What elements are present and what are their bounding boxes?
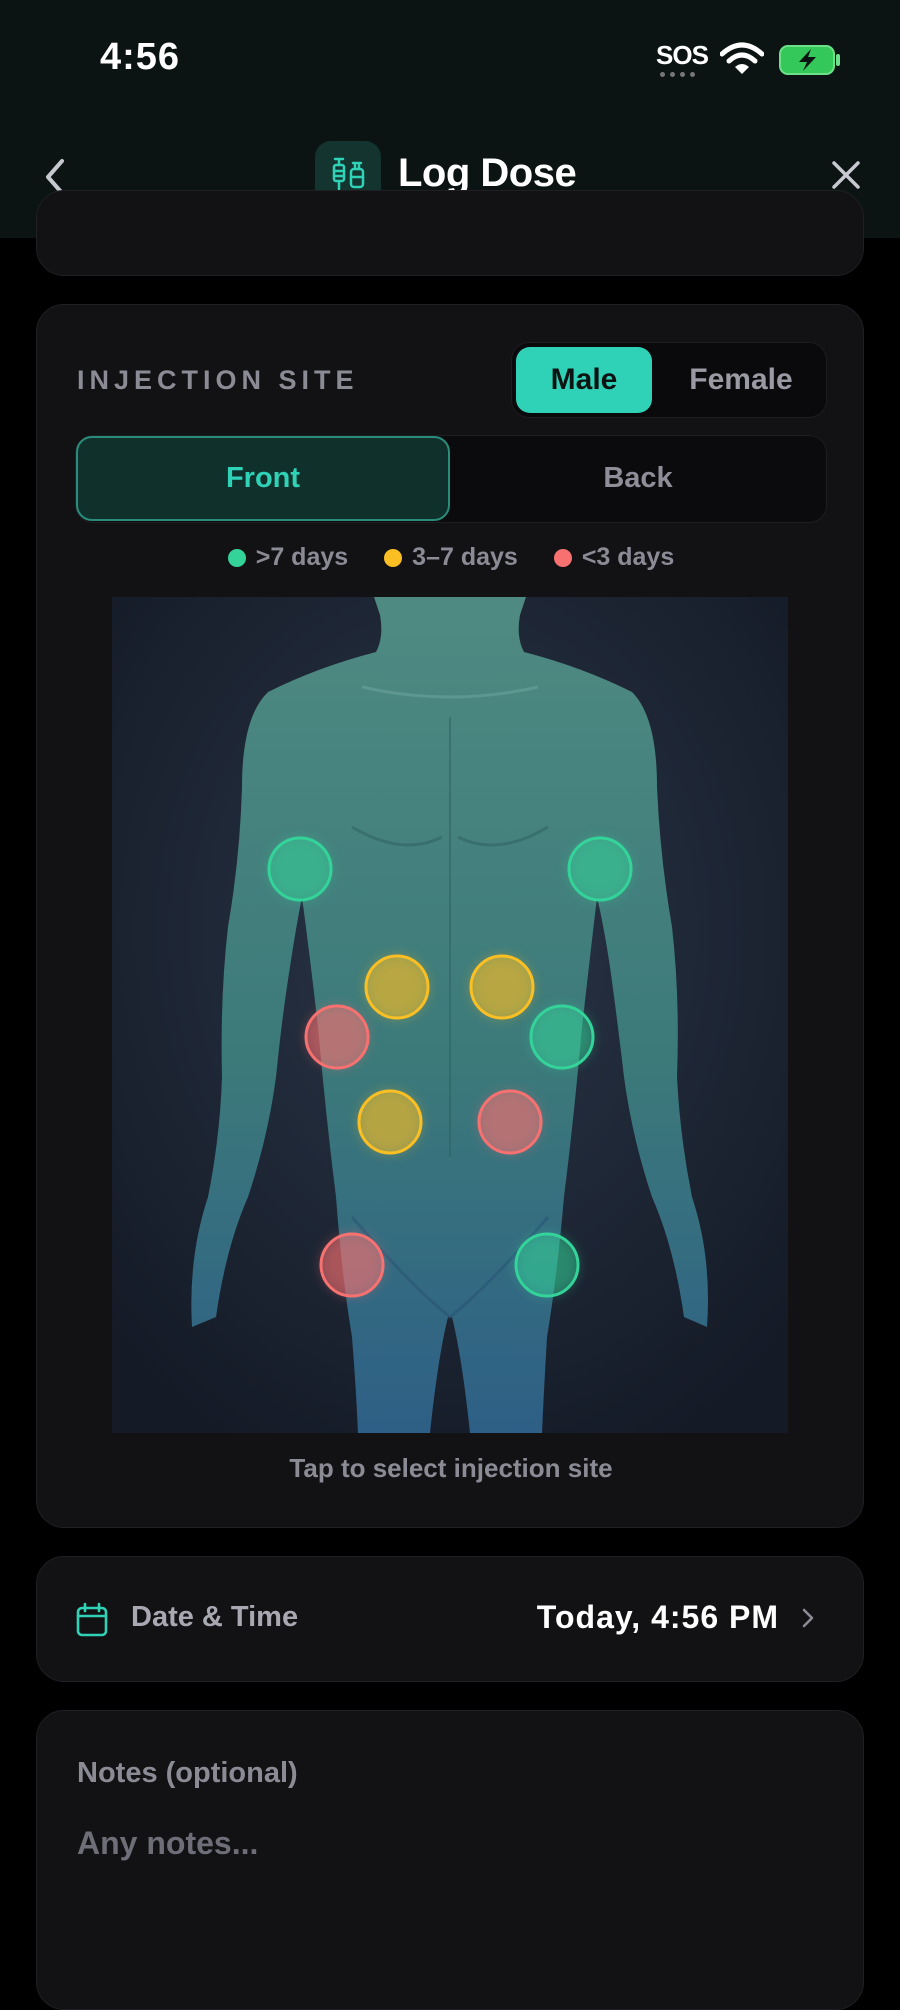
chevron-right-icon bbox=[802, 1608, 814, 1628]
battery-charging-icon bbox=[779, 45, 840, 75]
sos-indicator: SOS bbox=[656, 40, 709, 70]
previous-card bbox=[36, 190, 864, 276]
gender-male-option[interactable]: Male bbox=[516, 347, 652, 413]
legend-dot-red bbox=[553, 548, 572, 567]
legend-item-yellow: 3–7 days bbox=[384, 543, 518, 572]
calendar-icon bbox=[76, 1602, 108, 1637]
site-left-thigh[interactable] bbox=[319, 1232, 385, 1298]
notes-label: Notes (optional) bbox=[77, 1757, 298, 1789]
legend-dot-yellow bbox=[384, 548, 403, 567]
notes-input[interactable] bbox=[77, 1813, 817, 1873]
status-bar: 4:56 SOS bbox=[0, 0, 900, 115]
site-right-arm[interactable] bbox=[567, 836, 633, 902]
close-button[interactable] bbox=[828, 157, 864, 193]
date-time-label: Date & Time bbox=[131, 1601, 299, 1633]
view-front-tab[interactable]: Front bbox=[76, 436, 450, 521]
site-upper-abdomen-left[interactable] bbox=[364, 954, 430, 1020]
injection-site-card: INJECTION SITE Male Female Front Back >7… bbox=[36, 304, 864, 1528]
legend: >7 days 3–7 days <3 days bbox=[37, 543, 865, 572]
view-back-tab[interactable]: Back bbox=[450, 436, 826, 521]
wifi-icon bbox=[720, 42, 764, 74]
legend-dot-green bbox=[227, 548, 246, 567]
site-right-thigh[interactable] bbox=[514, 1232, 580, 1298]
site-left-arm[interactable] bbox=[267, 836, 333, 902]
legend-label-green: >7 days bbox=[255, 543, 349, 571]
injection-site-label: INJECTION SITE bbox=[77, 365, 359, 395]
legend-item-green: >7 days bbox=[227, 543, 349, 572]
date-time-row[interactable]: Date & Time Today, 4:56 PM bbox=[36, 1556, 864, 1682]
body-map bbox=[112, 597, 788, 1433]
date-time-value: Today, 4:56 PM bbox=[536, 1599, 779, 1635]
site-left-flank[interactable] bbox=[304, 1004, 370, 1070]
sos-dots bbox=[660, 72, 695, 77]
site-lower-abdomen-right[interactable] bbox=[477, 1089, 543, 1155]
site-upper-abdomen-right[interactable] bbox=[469, 954, 535, 1020]
status-time: 4:56 bbox=[100, 36, 181, 78]
legend-label-yellow: 3–7 days bbox=[412, 543, 518, 571]
gender-toggle: Male Female bbox=[511, 342, 827, 418]
legend-item-red: <3 days bbox=[553, 543, 675, 572]
view-toggle: Front Back bbox=[75, 435, 827, 523]
select-site-hint: Tap to select injection site bbox=[289, 1453, 613, 1483]
site-lower-abdomen-left[interactable] bbox=[357, 1089, 423, 1155]
gender-female-option[interactable]: Female bbox=[658, 347, 824, 413]
site-right-flank[interactable] bbox=[529, 1004, 595, 1070]
notes-card: Notes (optional) bbox=[36, 1710, 864, 2010]
legend-label-red: <3 days bbox=[581, 543, 675, 571]
